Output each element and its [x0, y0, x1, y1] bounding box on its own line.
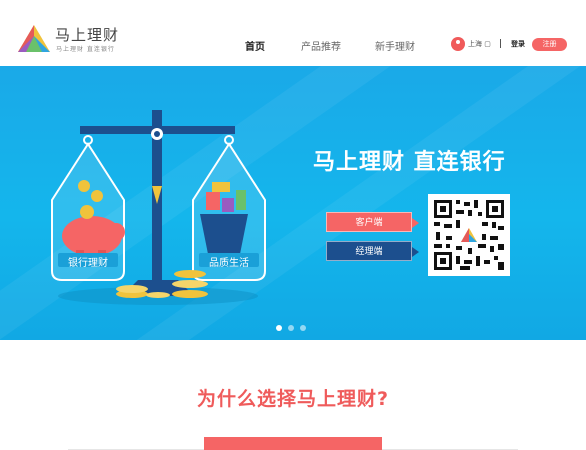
carousel-dot-3[interactable]: [300, 325, 306, 331]
left-pan-label: 银行理财: [68, 258, 108, 269]
hero-banner[interactable]: 银行理财 品质生活 马上理财 直连银行 客户端 经理端: [0, 66, 586, 340]
carousel-dot-2[interactable]: [288, 325, 294, 331]
carousel-dot-1[interactable]: [276, 325, 282, 331]
qr-code-icon: [432, 198, 506, 272]
balance-scale-illustration: [51, 110, 266, 305]
section-title: 为什么选择马上理财?: [196, 388, 390, 410]
site-header: 马上理财 马上理财 直连银行 首页 产品推荐 新手理财 上海 ▢ 登录 注册: [0, 0, 586, 66]
location-selector[interactable]: 上海 ▢: [468, 39, 491, 49]
active-tab[interactable]: [204, 437, 382, 450]
location-pin-icon[interactable]: [451, 37, 465, 51]
nav-beginner[interactable]: 新手理财: [375, 38, 415, 53]
banner-headline: 马上理财 直连银行: [313, 150, 506, 175]
client-app-button[interactable]: 客户端: [326, 212, 419, 232]
nav-products[interactable]: 产品推荐: [301, 38, 341, 53]
divider: [500, 39, 501, 48]
brand-name: 马上理财: [55, 26, 120, 44]
nav-home[interactable]: 首页: [245, 38, 265, 53]
manager-app-button[interactable]: 经理端: [326, 241, 419, 261]
right-pan-label: 品质生活: [209, 258, 249, 269]
login-link[interactable]: 登录: [511, 39, 525, 49]
logo-icon[interactable]: [16, 22, 52, 58]
register-button[interactable]: 注册: [532, 38, 567, 51]
brand-tagline: 马上理财 直连银行: [56, 46, 115, 53]
qr-code: [428, 194, 510, 276]
